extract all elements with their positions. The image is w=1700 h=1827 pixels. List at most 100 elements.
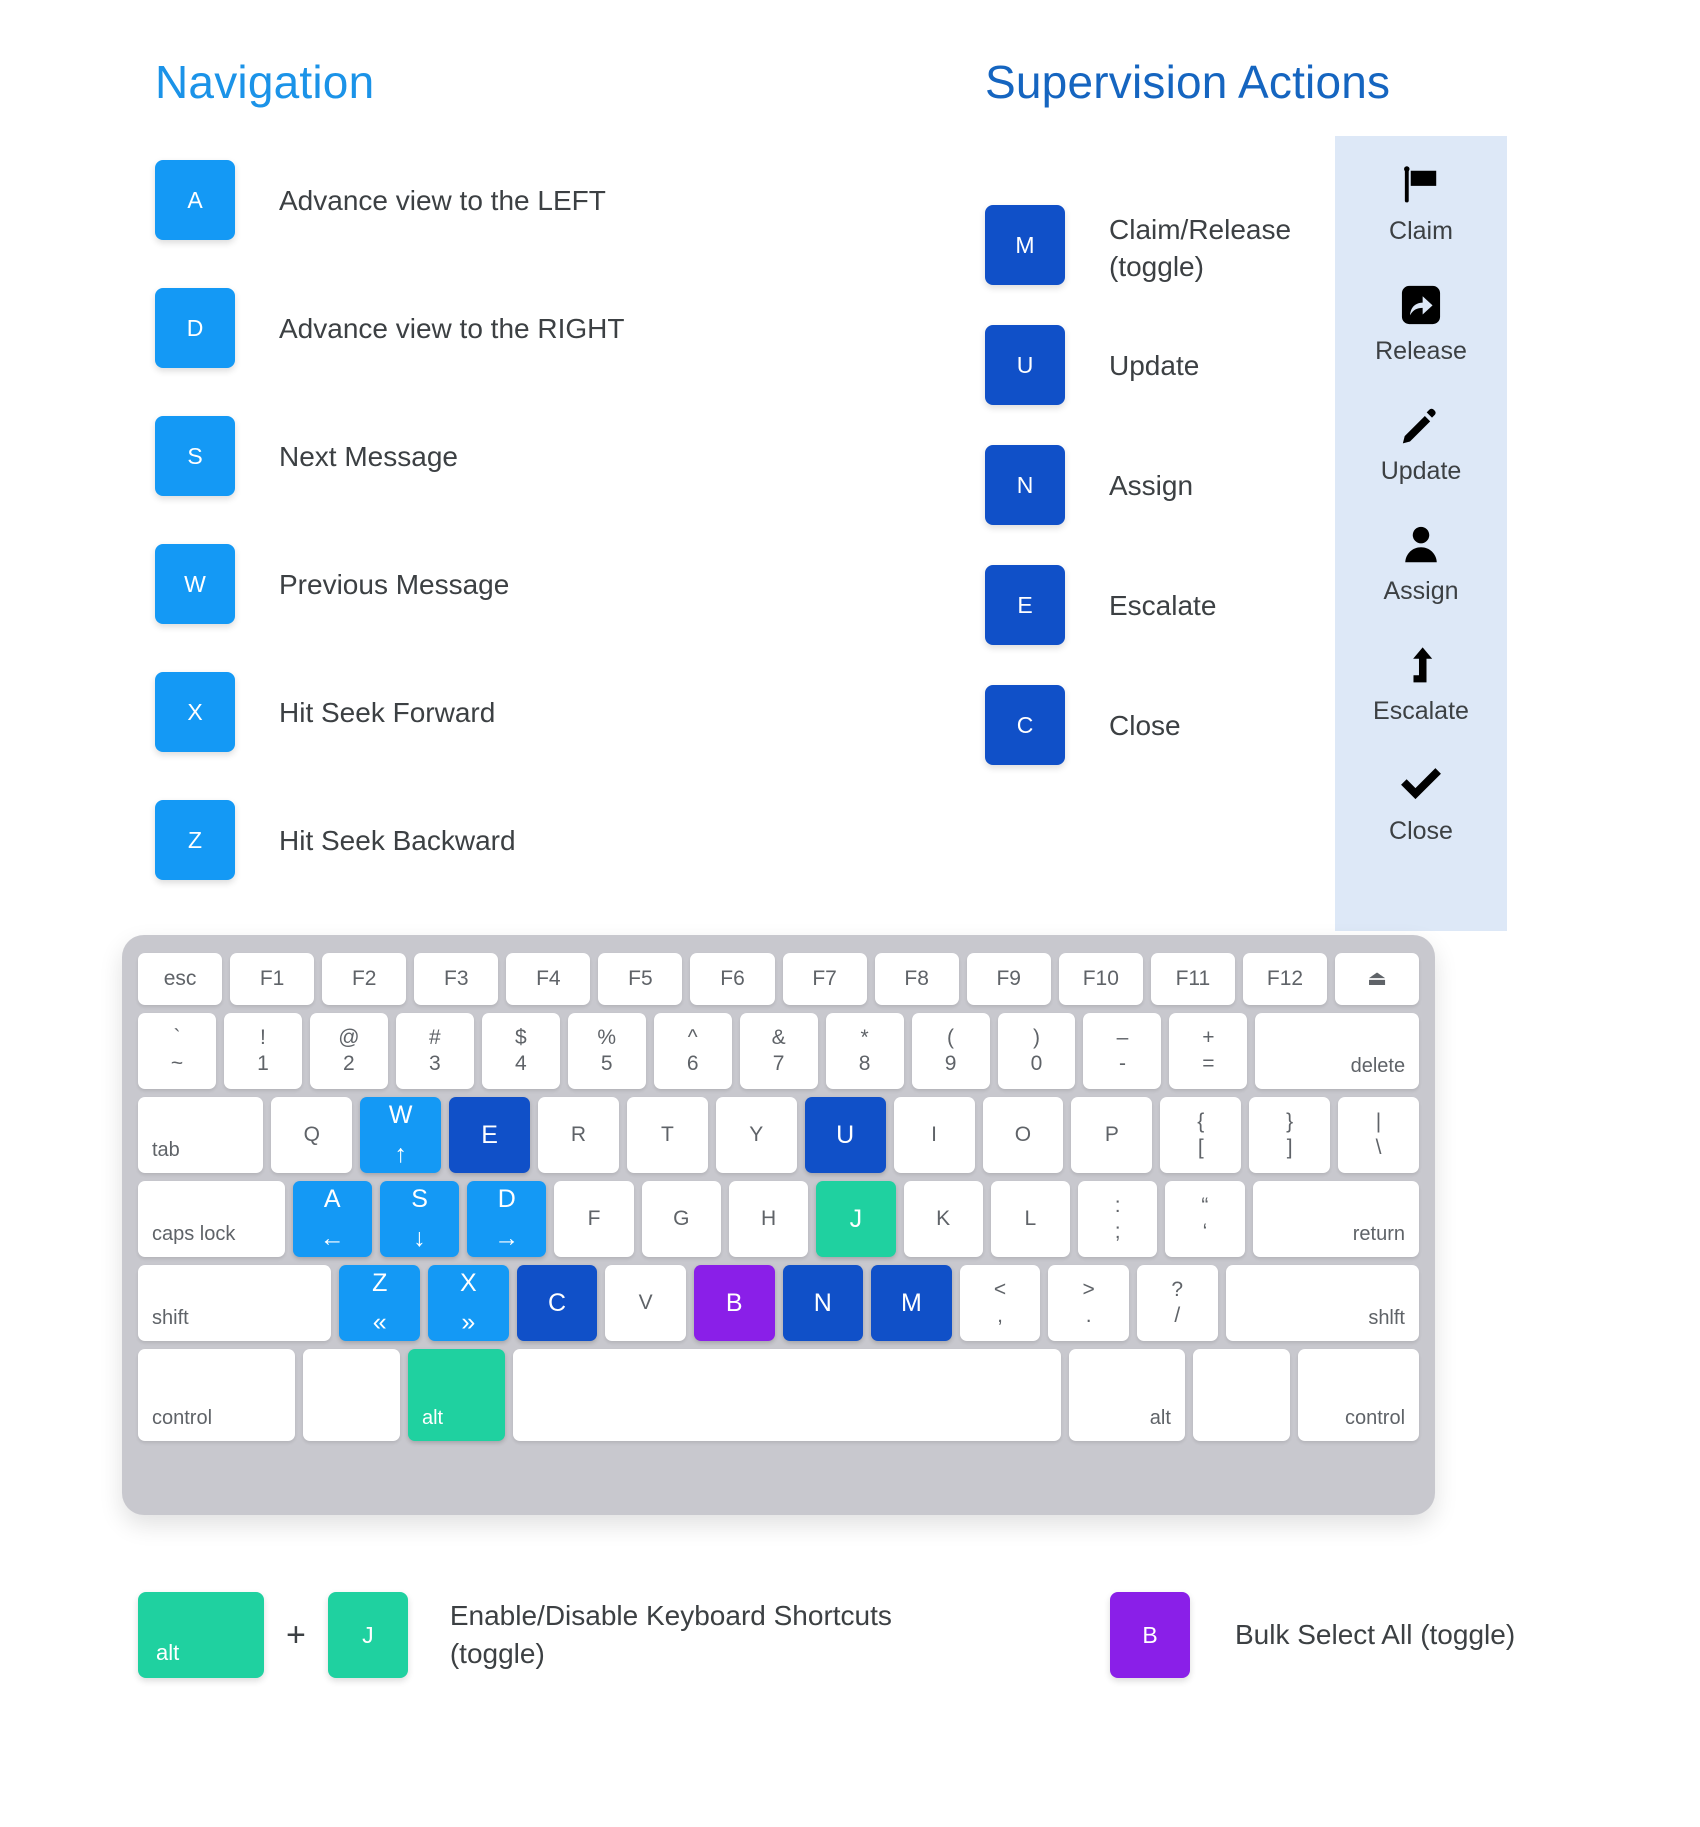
- rail-item-escalate[interactable]: Escalate: [1335, 642, 1507, 726]
- key-j[interactable]: J: [816, 1181, 896, 1257]
- key-t[interactable]: T: [626, 1097, 708, 1173]
- key-alt[interactable]: alt: [1068, 1349, 1185, 1441]
- key-d[interactable]: D →: [467, 1181, 547, 1257]
- key--[interactable]: {[: [1160, 1097, 1242, 1173]
- key--[interactable]: | \: [1338, 1097, 1419, 1173]
- key---bottom: ;: [1114, 1220, 1121, 1243]
- key-z[interactable]: Z «: [339, 1265, 421, 1341]
- key-delete[interactable]: delete: [1255, 1013, 1420, 1089]
- key-c[interactable]: C: [516, 1265, 598, 1341]
- rail-item-label-release: Release: [1375, 337, 1467, 365]
- key-f10[interactable]: F10: [1058, 953, 1143, 1005]
- key-blank[interactable]: [1192, 1349, 1290, 1441]
- key-shlft[interactable]: shlft: [1225, 1265, 1419, 1341]
- key-a[interactable]: A ←: [292, 1181, 372, 1257]
- key--[interactable]: ⏏: [1335, 953, 1420, 1005]
- key-f8[interactable]: F8: [874, 953, 959, 1005]
- key-blank[interactable]: [512, 1349, 1061, 1441]
- rail-item-release[interactable]: Release: [1335, 282, 1507, 366]
- key--[interactable]: % 5: [567, 1013, 646, 1089]
- key---bottom: ]: [1286, 1136, 1293, 1159]
- key-p[interactable]: P: [1071, 1097, 1153, 1173]
- key--[interactable]: ? /: [1136, 1265, 1218, 1341]
- key--[interactable]: <,: [959, 1265, 1041, 1341]
- key-blank[interactable]: [303, 1349, 400, 1441]
- key-f3[interactable]: F3: [414, 953, 499, 1005]
- shortcut-row-s: S Next Message: [155, 416, 624, 496]
- key-f2[interactable]: F2: [322, 953, 407, 1005]
- key-return[interactable]: return: [1252, 1181, 1420, 1257]
- key---bottom: =: [1202, 1052, 1215, 1075]
- key-o[interactable]: O: [982, 1097, 1064, 1173]
- key-alt[interactable]: alt: [407, 1349, 505, 1441]
- key-f6[interactable]: F6: [690, 953, 775, 1005]
- key-y[interactable]: Y: [715, 1097, 797, 1173]
- key--[interactable]: “‘: [1165, 1181, 1245, 1257]
- key-caps-lock[interactable]: caps lock: [138, 1181, 285, 1257]
- key--[interactable]: :;: [1078, 1181, 1158, 1257]
- key-r[interactable]: R: [538, 1097, 619, 1173]
- rail-item-claim[interactable]: Claim: [1335, 162, 1507, 246]
- key-w[interactable]: W ↑: [360, 1097, 442, 1173]
- supervision-key-n-label: N: [1016, 471, 1034, 498]
- key-n[interactable]: N: [782, 1265, 864, 1341]
- key-l[interactable]: L: [990, 1181, 1071, 1257]
- key-f9[interactable]: F9: [966, 953, 1051, 1005]
- key--[interactable]: >.: [1048, 1265, 1129, 1341]
- shortcuts-reference-page: Navigation Supervision Actions A Advance …: [0, 0, 1700, 1827]
- key---top: ⏏: [1367, 966, 1387, 990]
- rail-item-close[interactable]: Close: [1335, 762, 1507, 846]
- key-l-top: L: [1024, 1206, 1037, 1230]
- key--[interactable]: ) 0: [997, 1013, 1076, 1089]
- key-u[interactable]: U: [804, 1097, 886, 1173]
- key-shift[interactable]: shift: [138, 1265, 332, 1341]
- key-f12[interactable]: F12: [1242, 953, 1328, 1005]
- key--[interactable]: ^ 6: [653, 1013, 732, 1089]
- key--[interactable]: ! 1: [223, 1013, 302, 1089]
- key--[interactable]: (9: [911, 1013, 990, 1089]
- supervision-description-e: Escalate: [1109, 590, 1217, 622]
- key-f[interactable]: F: [554, 1181, 634, 1257]
- key--[interactable]: * 8: [825, 1013, 904, 1089]
- key-g-top: G: [673, 1206, 690, 1230]
- key--[interactable]: – -: [1083, 1013, 1162, 1089]
- key--[interactable]: ` ~: [138, 1013, 216, 1089]
- key-q[interactable]: Q: [271, 1097, 353, 1173]
- key-tab[interactable]: tab: [138, 1097, 264, 1173]
- key-esc-top: esc: [163, 966, 197, 990]
- key-e[interactable]: E: [449, 1097, 531, 1173]
- key-f5[interactable]: F5: [598, 953, 683, 1005]
- key-b[interactable]: B: [693, 1265, 775, 1341]
- key--[interactable]: #3: [395, 1013, 474, 1089]
- rail-item-update[interactable]: Update: [1335, 402, 1507, 486]
- key-f7[interactable]: F7: [782, 953, 867, 1005]
- key-s-bottom: ↓: [413, 1224, 426, 1252]
- key-f4[interactable]: F4: [506, 953, 591, 1005]
- key-f7-top: F7: [812, 966, 837, 990]
- key-s[interactable]: S ↓: [379, 1181, 460, 1257]
- key-m[interactable]: M: [871, 1265, 952, 1341]
- key-i-top: I: [931, 1122, 937, 1146]
- key--[interactable]: @2: [309, 1013, 388, 1089]
- legend-key-b-label: B: [1142, 1621, 1158, 1648]
- key--[interactable]: & 7: [739, 1013, 818, 1089]
- key-control[interactable]: control: [138, 1349, 296, 1441]
- rail-item-assign[interactable]: Assign: [1335, 522, 1507, 606]
- key-x[interactable]: X»: [428, 1265, 509, 1341]
- key-esc[interactable]: esc: [138, 953, 223, 1005]
- key-f1[interactable]: F1: [230, 953, 315, 1005]
- key-control[interactable]: control: [1297, 1349, 1420, 1441]
- key-g[interactable]: G: [641, 1181, 721, 1257]
- navigation-heading: Navigation: [155, 56, 375, 108]
- key--[interactable]: + =: [1169, 1013, 1248, 1089]
- key-i[interactable]: I: [893, 1097, 975, 1173]
- key-v[interactable]: V: [605, 1265, 686, 1341]
- key-f11[interactable]: F11: [1150, 953, 1235, 1005]
- checkmark-icon: [1398, 762, 1444, 808]
- key-h[interactable]: H: [728, 1181, 809, 1257]
- key-k[interactable]: K: [903, 1181, 983, 1257]
- key-f1-top: F1: [259, 966, 285, 990]
- key--[interactable]: }]: [1249, 1097, 1331, 1173]
- key--[interactable]: $4: [481, 1013, 560, 1089]
- shortcut-row-e: E Escalate: [985, 565, 1291, 646]
